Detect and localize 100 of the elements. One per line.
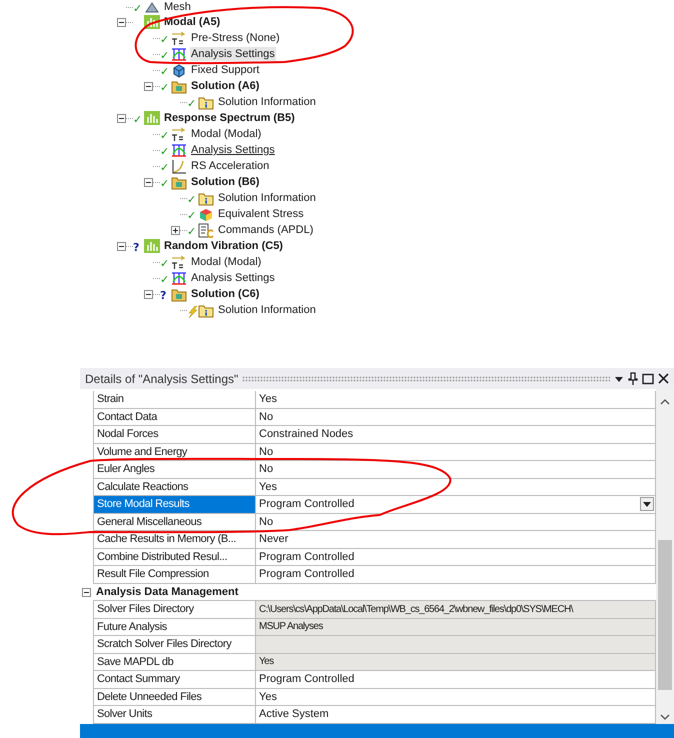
property-value[interactable]: Constrained Nodes — [256, 426, 656, 444]
tree-item[interactable]: Analysis Settings — [190, 143, 276, 157]
property-value[interactable]: No — [256, 444, 656, 461]
frame-settings-icon — [171, 270, 187, 286]
scroll-thumb[interactable] — [658, 540, 672, 690]
tree-item[interactable]: Modal (Modal) — [190, 127, 262, 141]
document-icon — [198, 222, 214, 238]
status-mark: ? — [133, 242, 140, 254]
collapse-toggle[interactable] — [82, 588, 91, 597]
property-name[interactable]: Cache Results in Memory (B... — [93, 531, 256, 548]
arrow-icon — [171, 254, 187, 270]
property-name[interactable]: Result File Compression — [93, 566, 256, 584]
status-mark: ✓ — [160, 274, 170, 286]
info-folder-icon — [198, 94, 214, 110]
property-value[interactable]: Program Controlled — [256, 548, 656, 566]
status-mark: ✓ — [160, 82, 170, 94]
scroll-down-icon[interactable] — [660, 714, 670, 720]
tree-item[interactable]: Equivalent Stress — [217, 207, 305, 221]
tree-item[interactable]: Solution Information — [217, 191, 317, 205]
expand-toggle[interactable] — [171, 226, 180, 234]
property-name[interactable]: Scratch Solver Files Directory — [93, 636, 256, 654]
property-value[interactable]: Yes — [256, 391, 656, 408]
collapse-toggle[interactable] — [117, 18, 126, 26]
property-value[interactable]: No — [256, 461, 656, 478]
status-mark: ✓ — [160, 162, 170, 174]
maximize-icon[interactable] — [642, 372, 654, 384]
status-mark: ✓ — [160, 178, 170, 190]
collapse-toggle[interactable] — [144, 178, 153, 186]
info-folder-icon — [198, 190, 214, 206]
tree-item[interactable]: Solution (B6) — [190, 175, 260, 189]
tree-item[interactable]: Solution Information — [217, 303, 317, 317]
property-value[interactable]: Active System — [256, 706, 656, 724]
tree-item[interactable]: Fixed Support — [190, 63, 260, 77]
tree-item[interactable]: Commands (APDL) — [217, 223, 314, 237]
property-name[interactable]: Contact Summary — [93, 671, 256, 688]
folder-icon — [171, 286, 187, 302]
tree-item[interactable]: RS Acceleration — [190, 159, 270, 173]
dropdown-icon[interactable] — [614, 374, 624, 382]
tree-item[interactable]: Analysis Settings — [190, 271, 276, 285]
property-value[interactable]: Never — [256, 531, 656, 548]
property-value[interactable]: Yes — [256, 478, 656, 496]
property-name[interactable]: Store Modal Results — [93, 496, 256, 514]
property-value[interactable]: Program Controlled — [256, 496, 656, 514]
status-mark: ✓ — [133, 114, 144, 126]
property-value: C:\Users\cs\AppData\Local\Temp\WB_cs_6564_2\wbnew_files\dp0\SYS\MECH\ — [256, 601, 656, 618]
arrow-icon — [171, 126, 187, 142]
property-name[interactable]: Contact Data — [93, 408, 256, 426]
property-name[interactable]: Euler Angles — [93, 461, 256, 478]
property-name[interactable]: Volume and Energy — [93, 444, 256, 461]
status-mark: ✓ — [160, 34, 170, 46]
tree-item[interactable]: Solution (C6) — [190, 287, 260, 301]
arrow-icon — [171, 30, 187, 46]
tree-item[interactable]: Modal (Modal) — [190, 255, 262, 269]
property-value[interactable]: Program Controlled — [256, 671, 656, 688]
property-name[interactable]: Future Analysis — [93, 618, 256, 636]
panel-title: Details of "Analysis Settings" — [85, 370, 238, 388]
status-mark: ✓ — [187, 210, 198, 222]
property-name[interactable]: Save MAPDL db — [93, 654, 256, 671]
property-name[interactable]: General Miscellaneous — [93, 514, 256, 531]
bar-chart-icon — [144, 110, 160, 126]
scrollbar[interactable] — [656, 389, 674, 724]
property-name[interactable]: Combine Distributed Resul... — [93, 548, 256, 566]
status-mark: ✓ — [160, 66, 170, 78]
tree-item[interactable]: Mesh — [163, 0, 192, 14]
status-mark: ✓ — [187, 194, 198, 206]
status-mark: ✓ — [160, 50, 170, 62]
folder-icon — [171, 78, 187, 94]
pin-icon[interactable] — [628, 372, 638, 385]
property-value[interactable]: Yes — [256, 688, 656, 706]
status-mark: ✓ — [187, 226, 198, 238]
caret-icon — [643, 502, 651, 507]
dropdown-button[interactable] — [640, 497, 654, 512]
tree-item[interactable]: Random Vibration (C5) — [163, 239, 284, 253]
collapse-toggle[interactable] — [117, 114, 126, 122]
collapse-toggle[interactable] — [144, 290, 153, 298]
plus-icon — [172, 226, 179, 234]
info-folder-icon — [198, 302, 214, 318]
property-name[interactable]: Delete Unneeded Files — [93, 688, 256, 706]
status-mark: ? — [160, 290, 168, 302]
property-name[interactable]: Strain — [93, 391, 256, 408]
collapse-toggle[interactable] — [117, 242, 126, 250]
close-icon[interactable] — [658, 373, 669, 384]
curve-icon — [171, 158, 187, 174]
property-value: Yes — [256, 654, 656, 671]
tree-item[interactable]: Analysis Settings — [190, 47, 276, 61]
property-name[interactable]: Solver Files Directory — [93, 601, 256, 618]
property-value[interactable]: Program Controlled — [256, 566, 656, 584]
property-name[interactable]: Nodal Forces — [93, 426, 256, 444]
property-value[interactable]: No — [256, 408, 656, 426]
scroll-up-icon[interactable] — [660, 399, 670, 405]
bar-chart-icon — [144, 238, 160, 254]
colored-cube-icon — [198, 206, 214, 222]
collapse-toggle[interactable] — [144, 82, 153, 90]
status-mark: ✓ — [187, 98, 198, 110]
tree-item[interactable]: Response Spectrum (B5) — [163, 111, 296, 125]
tree-item[interactable]: Pre-Stress (None) — [190, 31, 281, 45]
tree-item[interactable]: Solution Information — [217, 95, 317, 109]
property-value[interactable]: No — [256, 514, 656, 531]
tree-item[interactable]: Solution (A6) — [190, 79, 260, 93]
status-mark: ✓ — [160, 130, 170, 142]
